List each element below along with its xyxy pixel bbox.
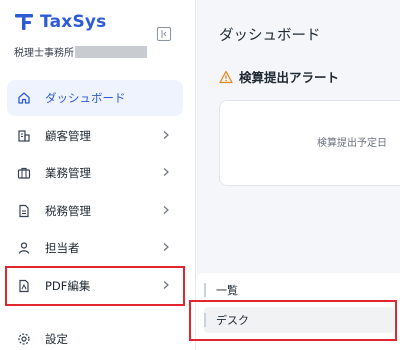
alert-title-text: 検算提出アラート: [239, 70, 340, 85]
briefcase-icon: [17, 166, 31, 180]
gear-icon: [17, 332, 31, 346]
chevron-right-icon: [163, 280, 169, 289]
logo[interactable]: TaxSys: [14, 12, 107, 32]
submenu-indicator: [204, 283, 206, 297]
sidebar-item-tax[interactable]: 税務管理: [7, 193, 183, 229]
pdf-file-icon: [17, 279, 31, 293]
sidebar-item-label: PDF編集: [45, 278, 91, 293]
building-icon: [17, 129, 31, 143]
taxsys-logo-icon: [14, 12, 34, 32]
chevron-right-icon: [163, 243, 169, 251]
submenu-item-label: 一覧: [216, 284, 238, 297]
sidebar-item-dashboard[interactable]: ダッシュボード: [7, 80, 183, 116]
sidebar-item-staff[interactable]: 担当者: [7, 230, 183, 266]
document-icon: [17, 204, 31, 218]
alert-column-header: 検算提出予定日: [317, 138, 387, 149]
sidebar-item-label: 税務管理: [45, 203, 91, 218]
office-name: 税理士事務所: [14, 44, 147, 59]
collapse-sidebar-button[interactable]: [157, 27, 171, 41]
page-title: ダッシュボード: [219, 28, 321, 44]
chevron-right-icon: [163, 205, 169, 214]
sidebar-item-tasks[interactable]: 業務管理: [7, 155, 183, 191]
sidebar-item-label: ダッシュボード: [45, 91, 126, 105]
warning-icon: [219, 70, 233, 84]
sidebar-item-label: 設定: [45, 332, 68, 346]
sidebar-item-customers[interactable]: 顧客管理: [7, 118, 183, 154]
collapse-icon: [161, 30, 167, 38]
sidebar-item-label: 業務管理: [45, 166, 91, 180]
chevron-right-icon: [163, 130, 169, 139]
home-icon: [17, 91, 31, 105]
alert-section-title: 検算提出アラート: [219, 67, 339, 86]
redacted-office-name: [75, 45, 147, 58]
sidebar-item-pdf-edit[interactable]: PDF編集: [5, 265, 185, 306]
brand-name: TaxSys: [40, 12, 107, 32]
sidebar-nav: ダッシュボード 顧客管理 業務管理 税務管理 担当者 PDF編集: [5, 80, 185, 306]
sidebar-item-label: 担当者: [45, 241, 80, 255]
sidebar-item-label: 顧客管理: [45, 128, 91, 143]
highlight-box: [189, 300, 397, 341]
sidebar: TaxSys 税理士事務所 ダッシュボード 顧客管理 業務管理 税務管理 担当者…: [0, 0, 196, 350]
chevron-right-icon: [163, 168, 169, 176]
person-icon: [17, 241, 31, 255]
sidebar-item-settings[interactable]: 設定: [7, 321, 183, 350]
office-label: 税理士事務所: [14, 48, 74, 59]
